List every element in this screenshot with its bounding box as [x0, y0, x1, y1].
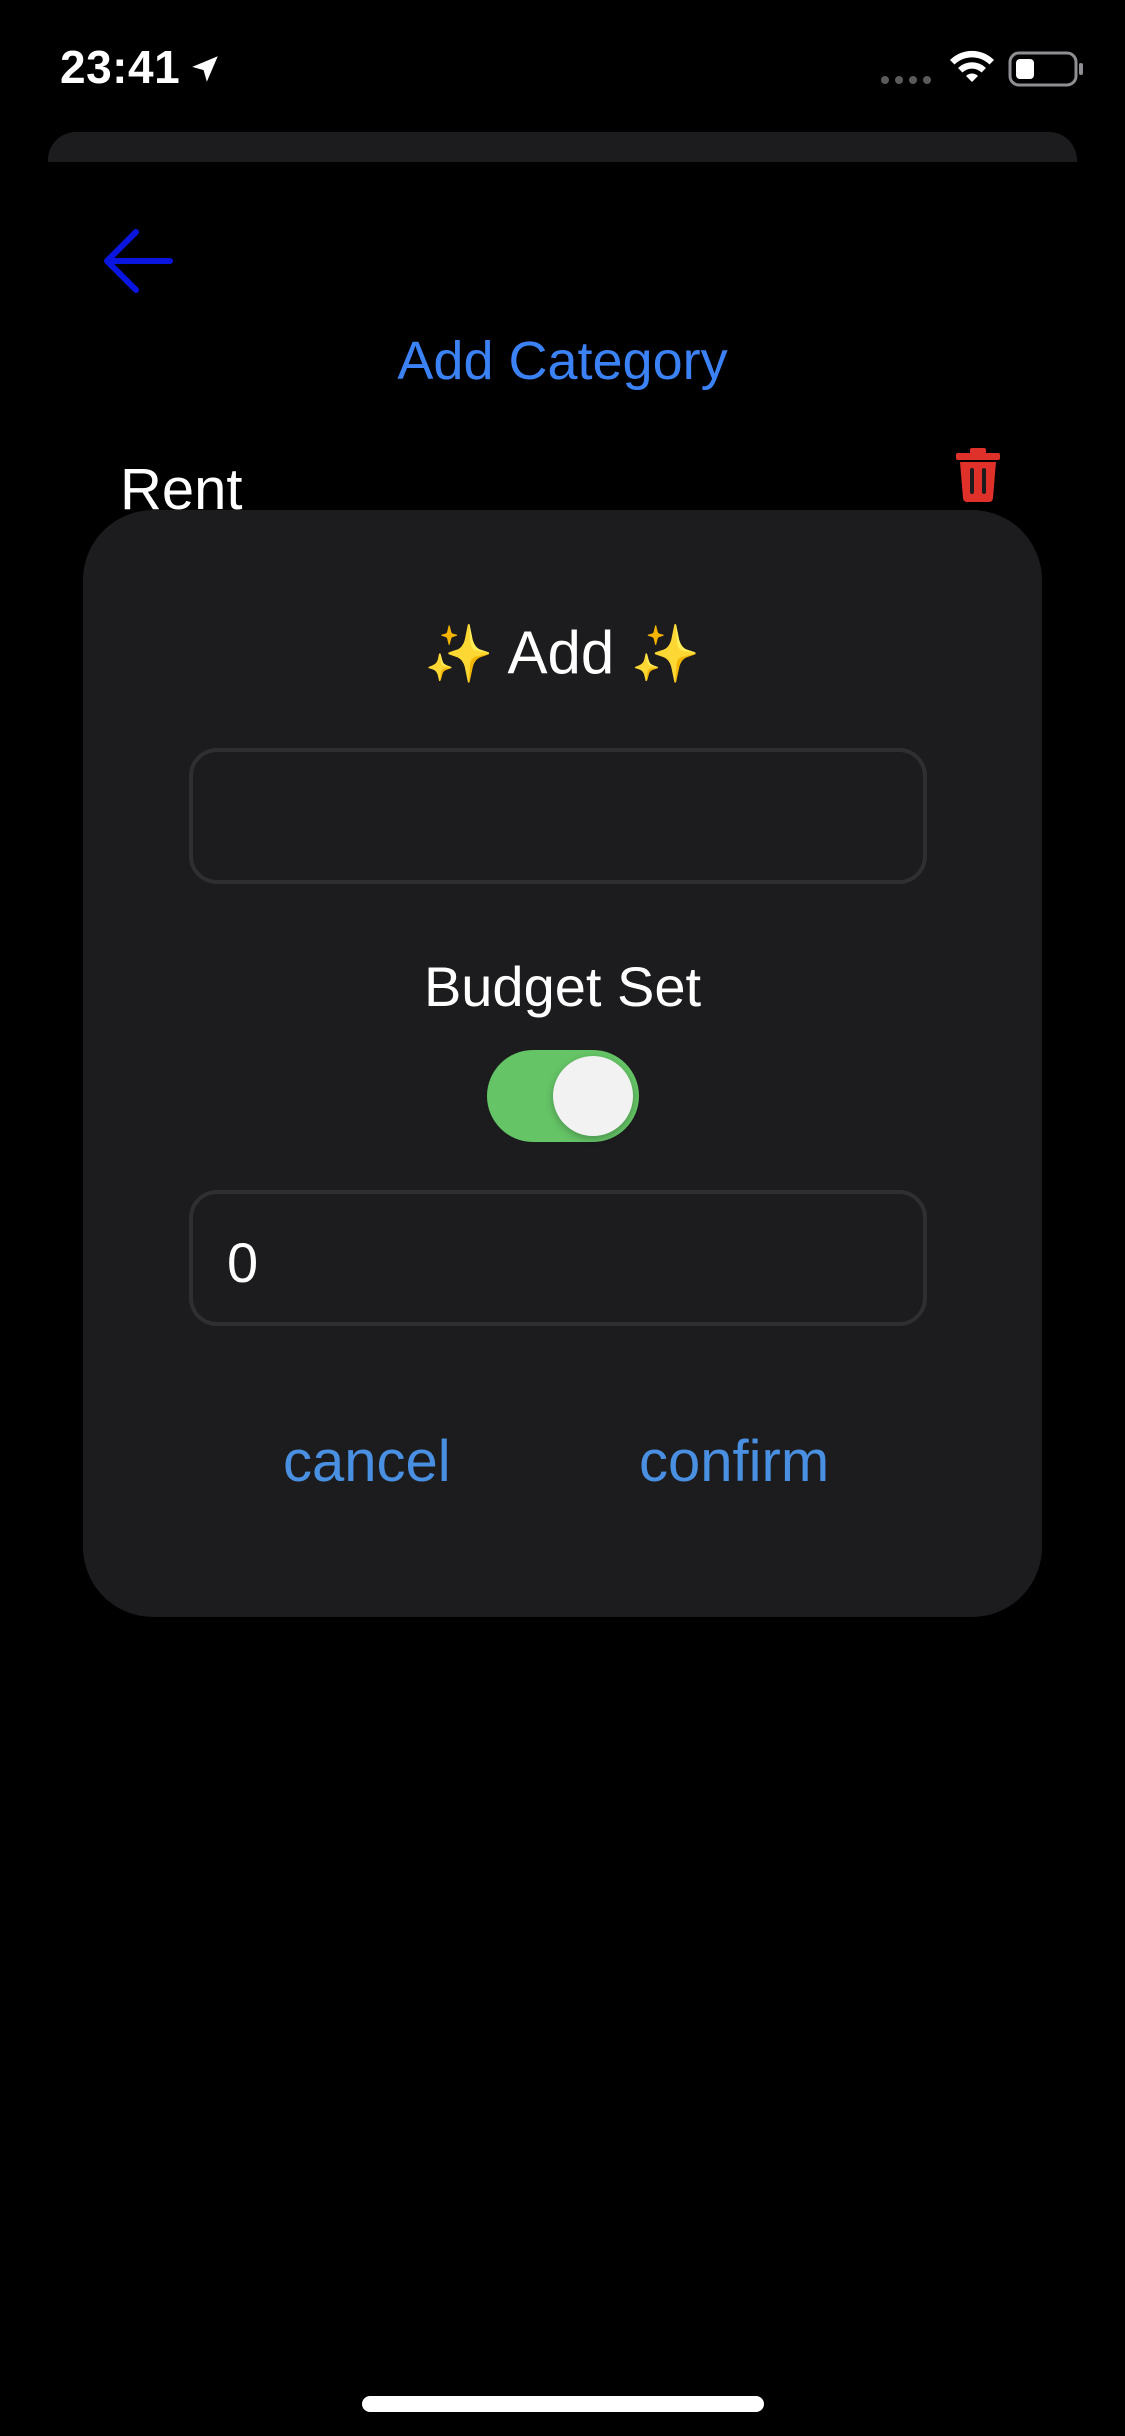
confirm-button[interactable]: confirm: [639, 1428, 829, 1495]
toggle-knob: [553, 1056, 633, 1136]
budget-set-label: Budget Set: [423, 955, 702, 1018]
budget-set-toggle[interactable]: [487, 1050, 639, 1142]
sheet-top-edge: [48, 132, 1077, 162]
home-indicator[interactable]: [362, 2396, 764, 2412]
modal-title-text: Add: [507, 619, 615, 686]
cancel-button[interactable]: cancel: [283, 1428, 451, 1495]
wifi-icon: [950, 50, 994, 82]
location-arrow-icon: [192, 56, 218, 82]
add-category-modal: ✨ Add ✨ Budget Set 0 cancel confirm: [83, 510, 1042, 1617]
battery-icon: [1008, 51, 1083, 87]
status-bar: 23:41: [0, 0, 1125, 140]
modal-title: ✨ Add ✨: [83, 618, 1042, 687]
category-name-input[interactable]: [189, 748, 927, 884]
sparkles-icon: ✨: [424, 622, 495, 685]
status-time: 23:41: [60, 41, 181, 93]
cellular-signal-icon: [881, 76, 931, 84]
add-category-button[interactable]: Add Category: [0, 330, 1125, 392]
budget-amount-input[interactable]: 0: [189, 1190, 927, 1326]
sparkles-icon: ✨: [630, 622, 701, 685]
budget-amount-value: 0: [227, 1231, 259, 1294]
arrow-left-icon[interactable]: [100, 226, 176, 296]
trash-icon[interactable]: [956, 448, 1000, 502]
